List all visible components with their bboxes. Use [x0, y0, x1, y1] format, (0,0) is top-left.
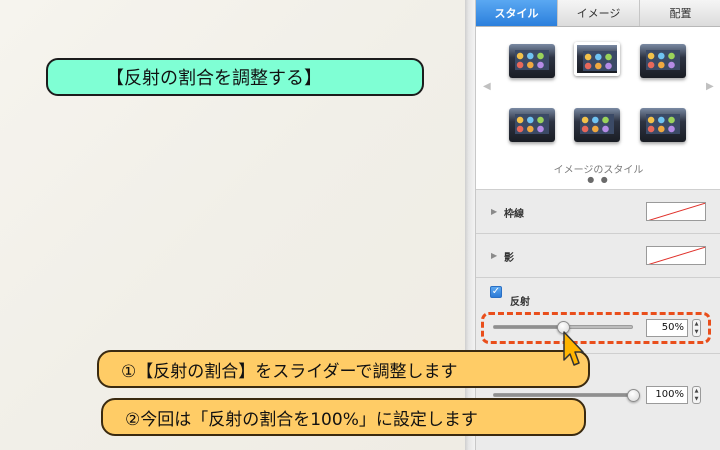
inspector-tabs: スタイル イメージ 配置: [476, 0, 720, 27]
image-style-thumbnail[interactable]: [574, 42, 620, 76]
border-label: 枠線: [504, 209, 524, 220]
opacity-slider-fill: [494, 394, 632, 396]
image-styles-caption: イメージのスタイル: [553, 165, 644, 176]
shadow-section: ▶ 影: [476, 234, 720, 278]
reflection-checkbox[interactable]: ✓: [490, 286, 502, 298]
disclosure-triangle-icon[interactable]: ▶: [491, 251, 497, 260]
page-indicator[interactable]: ● ●: [476, 175, 720, 184]
image-style-thumbnail[interactable]: [640, 44, 686, 78]
shadow-color-swatch[interactable]: [646, 246, 706, 265]
opacity-slider-knob[interactable]: [626, 389, 640, 402]
image-style-thumbnail[interactable]: [509, 44, 555, 78]
instruction-callout-1: ①【反射の割合】をスライダーで調整します: [97, 350, 590, 388]
image-style-thumbnail[interactable]: [574, 108, 620, 142]
shadow-label: 影: [504, 253, 514, 264]
image-styles-gallery: ◀ ▶ イメージのスタイル ● ●: [476, 27, 720, 190]
tab-arrange[interactable]: 配置: [640, 0, 720, 26]
prev-page-icon[interactable]: ◀: [483, 81, 491, 92]
opacity-stepper[interactable]: ▲ ▼: [692, 386, 701, 404]
tab-style[interactable]: スタイル: [476, 0, 558, 26]
opacity-slider-track[interactable]: [493, 393, 633, 397]
mouse-pointer-icon: [563, 331, 584, 366]
border-section: ▶ 枠線: [476, 190, 720, 234]
image-style-thumbnail[interactable]: [509, 108, 555, 142]
disclosure-triangle-icon[interactable]: ▶: [491, 207, 497, 216]
reflection-label: 反射: [510, 297, 530, 308]
instruction-callout-2: ②今回は「反射の割合を100%」に設定します: [101, 398, 586, 436]
tab-image[interactable]: イメージ: [558, 0, 640, 26]
opacity-value-field[interactable]: 100%: [646, 386, 688, 404]
image-style-thumbnail[interactable]: [640, 108, 686, 142]
next-page-icon[interactable]: ▶: [706, 81, 714, 92]
slider-highlight-box: [481, 312, 711, 344]
title-label: 【反射の割合を調整する】: [46, 58, 424, 96]
border-color-swatch[interactable]: [646, 202, 706, 221]
